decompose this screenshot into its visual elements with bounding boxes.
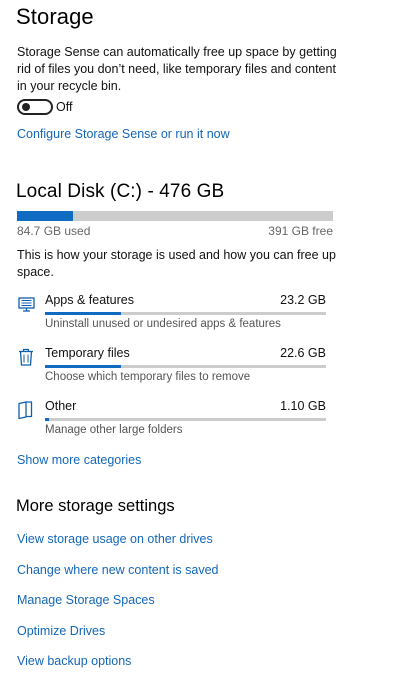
disk-usage-bar <box>17 211 333 221</box>
more-storage-settings-title: More storage settings <box>16 497 175 515</box>
storage-sense-toggle[interactable] <box>17 99 53 115</box>
storage-sense-description: Storage Sense can automatically free up … <box>17 45 337 93</box>
disk-usage-description: This is how your storage is used and how… <box>17 248 336 279</box>
category-size-apps-features: 23.2 GB <box>280 293 326 307</box>
link-change-new-content-location[interactable]: Change where new content is saved <box>17 563 219 577</box>
category-bar-other <box>45 418 326 421</box>
link-optimize-drives[interactable]: Optimize Drives <box>17 624 105 638</box>
category-bar-temporary-files <box>45 365 326 368</box>
disk-usage-bar-fill <box>17 211 74 221</box>
category-name-temporary-files[interactable]: Temporary files <box>45 346 130 360</box>
link-manage-storage-spaces[interactable]: Manage Storage Spaces <box>17 593 155 607</box>
category-description-apps-features: Uninstall unused or undesired apps & fea… <box>45 318 281 330</box>
toggle-knob <box>22 103 30 111</box>
category-bar-fill-apps-features <box>45 312 121 315</box>
trash-icon <box>19 348 33 366</box>
category-description-temporary-files: Choose which temporary files to remove <box>45 371 251 383</box>
storage-sense-toggle-label: Off <box>56 100 73 114</box>
category-size-temporary-files: 22.6 GB <box>280 346 326 360</box>
disk-used-label: 84.7 GB used <box>17 224 91 238</box>
apps-features-icon <box>18 297 35 312</box>
category-description-other: Manage other large folders <box>45 424 183 436</box>
category-bar-fill-other <box>45 418 49 421</box>
link-view-backup-options[interactable]: View backup options <box>17 654 131 668</box>
category-bar-fill-temporary-files <box>45 365 121 368</box>
show-more-categories-link[interactable]: Show more categories <box>17 453 141 467</box>
disk-free-label: 391 GB free <box>268 224 333 238</box>
configure-storage-sense-link[interactable]: Configure Storage Sense or run it now <box>17 127 230 141</box>
folder-icon <box>18 401 33 420</box>
link-view-storage-other-drives[interactable]: View storage usage on other drives <box>17 532 213 546</box>
category-name-other[interactable]: Other <box>45 399 76 413</box>
category-bar-apps-features <box>45 312 326 315</box>
local-disk-title: Local Disk (C:) - 476 GB <box>16 181 225 202</box>
category-size-other: 1.10 GB <box>280 399 326 413</box>
storage-title: Storage <box>16 4 94 29</box>
category-name-apps-features[interactable]: Apps & features <box>45 293 134 307</box>
